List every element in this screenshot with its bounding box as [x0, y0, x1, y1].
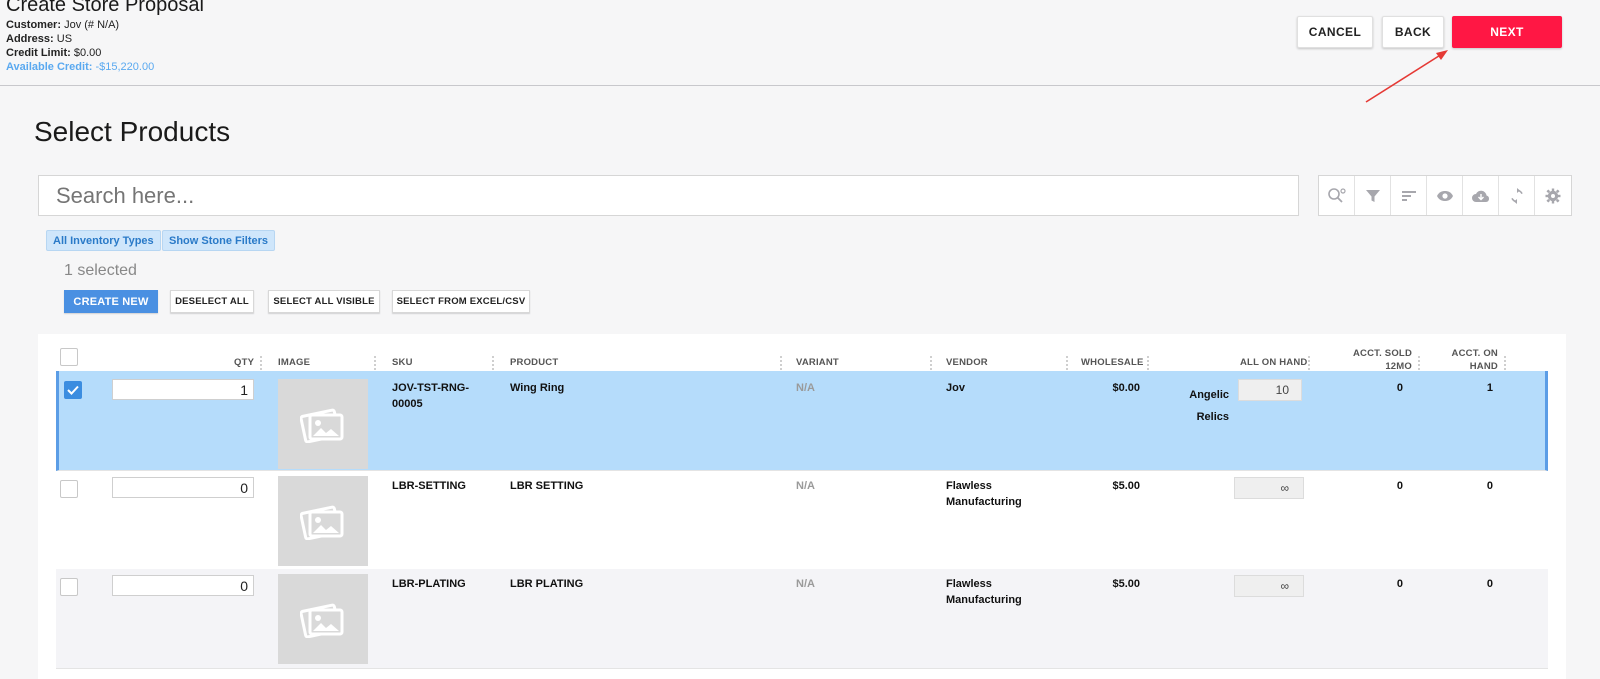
product-cell: LBR SETTING — [510, 480, 584, 492]
product-cell: Wing Ring — [510, 382, 565, 394]
refresh-icon[interactable] — [1499, 176, 1535, 215]
wholesale-cell: $5.00 — [1112, 578, 1140, 590]
cloud-download-icon[interactable] — [1463, 176, 1499, 215]
column-header-image[interactable]: IMAGE — [278, 357, 310, 368]
table-row[interactable]: LBR-PLATING LBR PLATING N/A FlawlessManu… — [56, 569, 1548, 669]
page-header: Create Store Proposal Customer: Jov (# N… — [0, 0, 1600, 86]
acct-sold-cell: 0 — [1396, 578, 1403, 590]
table-row[interactable]: JOV-TST-RNG-00005 Wing Ring N/A Jov $0.0… — [56, 371, 1548, 471]
wholesale-cell: $5.00 — [1112, 480, 1140, 492]
stone-filters-toggle[interactable]: Show Stone Filters — [162, 230, 276, 251]
section-title: Select Products — [34, 116, 231, 147]
variant-cell: N/A — [796, 382, 815, 394]
vendor-cell: Jov — [946, 382, 965, 394]
create-new-button[interactable]: CREATE NEW — [64, 290, 158, 313]
column-header-acct-sold[interactable]: ACCT. SOLD 12MO — [1334, 347, 1412, 373]
product-cell: LBR PLATING — [510, 578, 584, 590]
column-resize-handle[interactable] — [1066, 356, 1069, 370]
next-button[interactable]: NEXT — [1452, 16, 1562, 48]
customer-info: Customer: Jov (# N/A) — [6, 19, 120, 31]
qty-input[interactable] — [112, 379, 254, 400]
column-header-vendor[interactable]: VENDOR — [946, 357, 988, 368]
column-header-variant[interactable]: VARIANT — [796, 357, 839, 368]
column-resize-handle[interactable] — [260, 356, 263, 370]
product-image-placeholder — [278, 379, 368, 469]
product-image-placeholder — [278, 476, 368, 566]
column-resize-handle[interactable] — [930, 356, 933, 370]
check-icon — [67, 385, 79, 395]
column-header-sku[interactable]: SKU — [392, 357, 413, 368]
credit-limit-info: Credit Limit: $0.00 — [6, 47, 102, 59]
product-image-placeholder — [278, 574, 368, 664]
vendor-cell: Flawless Manufacturing — [946, 480, 1022, 508]
variant-cell: N/A — [796, 578, 815, 590]
column-resize-handle[interactable] — [492, 356, 495, 370]
acct-on-hand-cell: 1 — [1486, 382, 1493, 394]
filter-icon[interactable] — [1355, 176, 1391, 215]
acct-on-hand-cell: 0 — [1486, 578, 1493, 590]
on-hand-field[interactable]: ∞ — [1234, 477, 1304, 499]
vendor-cell: Flawless Manufacturing — [946, 578, 1022, 606]
column-header-wholesale[interactable]: WHOLESALE — [1081, 357, 1144, 368]
page-title: Create Store Proposal — [6, 0, 204, 16]
search-input[interactable] — [38, 175, 1299, 216]
column-resize-handle[interactable] — [1418, 356, 1421, 370]
sort-icon[interactable] — [1391, 176, 1427, 215]
row-checkbox[interactable] — [64, 381, 82, 399]
eye-icon[interactable] — [1427, 176, 1463, 215]
products-table: QTY IMAGE SKU PRODUCT VARIANT VENDOR WHO… — [38, 334, 1566, 679]
on-hand-field[interactable]: 10 — [1238, 379, 1302, 401]
row-checkbox[interactable] — [60, 480, 78, 498]
selected-count: 1 selected — [64, 262, 137, 279]
column-header-all-on-hand[interactable]: ALL ON HAND — [1240, 357, 1307, 368]
acct-sold-cell: 0 — [1396, 382, 1403, 394]
inventory-types-filter[interactable]: All Inventory Types — [46, 230, 161, 251]
qty-input[interactable] — [112, 575, 254, 596]
table-row[interactable]: LBR-SETTING LBR SETTING N/A FlawlessManu… — [56, 471, 1548, 571]
acct-sold-cell: 0 — [1396, 480, 1403, 492]
column-resize-handle[interactable] — [780, 356, 783, 370]
gear-icon[interactable] — [1535, 176, 1571, 215]
search-settings-icon[interactable] — [1319, 176, 1355, 215]
address-info: Address: US — [6, 33, 73, 45]
qty-input[interactable] — [112, 477, 254, 498]
back-button[interactable]: BACK — [1382, 16, 1444, 48]
sku-cell: LBR-PLATING — [392, 578, 466, 590]
sku-cell: LBR-SETTING — [392, 480, 466, 492]
column-header-acct-on-hand[interactable]: ACCT. ON HAND — [1434, 347, 1498, 373]
variant-cell: N/A — [796, 480, 815, 492]
sku-cell: JOV-TST-RNG- 00005 — [392, 382, 470, 410]
image-placeholder-icon — [300, 505, 344, 540]
acct-on-hand-cell: 0 — [1486, 480, 1493, 492]
column-resize-handle[interactable] — [1147, 356, 1150, 370]
deselect-all-button[interactable]: DESELECT ALL — [170, 290, 254, 313]
column-header-qty[interactable]: QTY — [234, 357, 254, 368]
select-all-checkbox[interactable] — [60, 348, 78, 366]
table-toolbar — [1318, 175, 1572, 216]
column-resize-handle[interactable] — [374, 356, 377, 370]
location-cell: Angelic Relics — [1189, 389, 1229, 423]
column-header-product[interactable]: PRODUCT — [510, 357, 558, 368]
column-resize-handle[interactable] — [1308, 356, 1311, 370]
on-hand-field[interactable]: ∞ — [1234, 575, 1304, 597]
row-checkbox[interactable] — [60, 578, 78, 596]
image-placeholder-icon — [300, 603, 344, 638]
cancel-button[interactable]: CANCEL — [1297, 16, 1373, 48]
select-all-visible-button[interactable]: SELECT ALL VISIBLE — [268, 290, 380, 313]
select-from-csv-button[interactable]: SELECT FROM EXCEL/CSV — [392, 290, 530, 313]
column-resize-handle[interactable] — [1504, 356, 1507, 370]
image-placeholder-icon — [300, 408, 344, 443]
available-credit-info: Available Credit: -$15,220.00 — [6, 61, 155, 73]
wholesale-cell: $0.00 — [1112, 382, 1140, 394]
